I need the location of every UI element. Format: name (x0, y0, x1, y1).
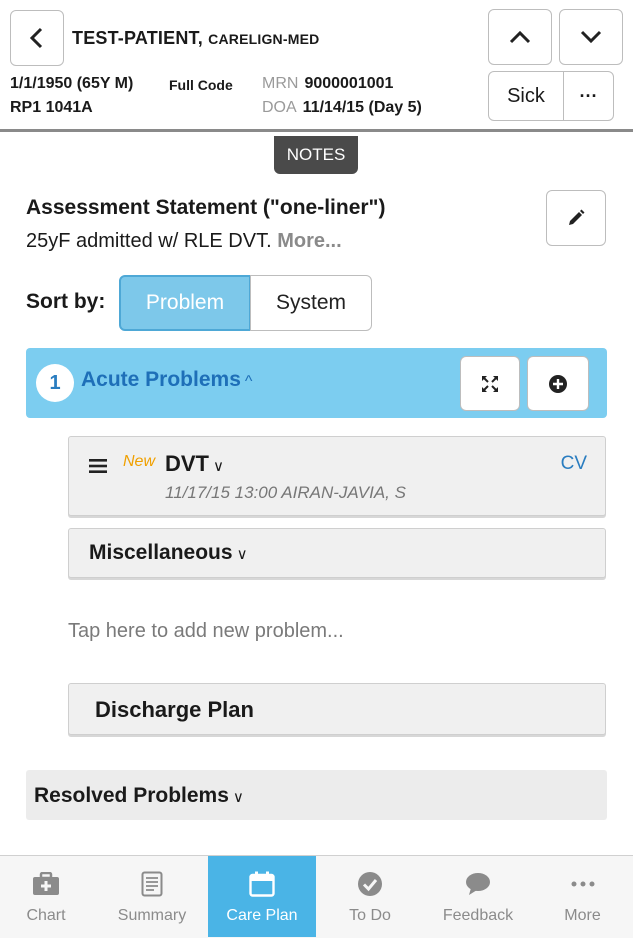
code-status: Full Code (169, 77, 233, 93)
assessment-more-link[interactable]: More... (277, 230, 341, 252)
add-problem-input[interactable]: Tap here to add new problem... (68, 620, 344, 643)
chevron-down-icon: ∨ (213, 458, 224, 475)
chevron-down-icon: ∨ (236, 546, 248, 563)
assessment-text: 25yF admitted w/ RLE DVT. (26, 230, 272, 252)
chevron-left-icon (29, 27, 43, 49)
header-more-button[interactable]: ··· (563, 71, 614, 121)
mrn-value: 9000001001 (304, 75, 394, 92)
new-badge: New (123, 453, 156, 470)
nav-label: Summary (117, 906, 187, 924)
miscellaneous-title: Miscellaneous ∨ (89, 541, 248, 565)
nav-more[interactable]: More (532, 856, 633, 937)
add-problem-button[interactable] (527, 356, 589, 411)
checkmark-circle-icon (357, 869, 383, 899)
chevron-up-icon (509, 30, 531, 44)
notes-tab[interactable]: NOTES (274, 136, 358, 174)
next-patient-button[interactable] (559, 9, 623, 65)
problem-card-dvt[interactable]: New DVT ∨ 11/17/15 13:00 AIRAN-JAVIA, S C… (68, 436, 606, 516)
expand-arrows-icon (482, 375, 498, 392)
acute-problems-header[interactable]: 1 Acute Problems ^ (26, 348, 607, 418)
nav-label: To Do (349, 906, 391, 924)
expand-button[interactable] (460, 356, 520, 411)
briefcase-icon (32, 869, 60, 899)
acute-problems-title[interactable]: Acute Problems ^ (81, 368, 252, 392)
nav-label: Feedback (442, 906, 514, 924)
acute-count-badge: 1 (36, 364, 74, 402)
doa-label: DOA (262, 99, 297, 116)
sort-system-button[interactable]: System (250, 275, 372, 331)
miscellaneous-card[interactable]: Miscellaneous ∨ (68, 528, 606, 578)
problem-system-link[interactable]: CV (561, 453, 587, 475)
speech-bubble-icon (465, 869, 491, 899)
edit-assessment-button[interactable] (546, 190, 606, 246)
assessment-title: Assessment Statement ("one-liner") (26, 196, 386, 219)
nav-label: Chart (26, 906, 66, 924)
previous-patient-button[interactable] (488, 9, 552, 65)
doa-value: 11/14/15 (Day 5) (302, 99, 422, 116)
nav-label: Care Plan (226, 906, 298, 924)
resolved-problems-header[interactable]: Resolved Problems ∨ (26, 770, 607, 820)
patient-room: RP1 1041A (10, 99, 93, 116)
drag-handle-icon[interactable] (89, 457, 107, 480)
mrn-label: MRN (262, 75, 299, 92)
miscellaneous-label: Miscellaneous (89, 541, 233, 564)
nav-label: More (564, 906, 601, 924)
resolved-problems-label: Resolved Problems (34, 784, 229, 807)
patient-name: TEST-PATIENT, CARELIGN-MED (72, 28, 319, 49)
plus-circle-icon (549, 374, 567, 393)
chevron-down-icon: ∨ (232, 789, 244, 806)
sick-button[interactable]: Sick (488, 71, 564, 121)
discharge-plan-card[interactable]: Discharge Plan (68, 683, 606, 735)
problem-name: DVT (165, 451, 209, 476)
discharge-plan-title: Discharge Plan (95, 697, 254, 722)
pencil-icon (569, 209, 585, 225)
nav-to-do[interactable]: To Do (316, 856, 424, 937)
problem-title[interactable]: DVT ∨ (165, 451, 224, 477)
patient-mrn: MRN 9000001001 (262, 75, 393, 93)
sort-problem-button[interactable]: Problem (119, 275, 251, 331)
patient-name-text: TEST-PATIENT, (72, 28, 203, 48)
ellipsis-icon (571, 869, 595, 899)
patient-org: CARELIGN-MED (208, 31, 320, 47)
resolved-problems-title: Resolved Problems ∨ (34, 784, 244, 808)
sort-label: Sort by: (26, 290, 106, 313)
document-icon (141, 869, 163, 899)
nav-summary[interactable]: Summary (96, 856, 208, 937)
nav-feedback[interactable]: Feedback (424, 856, 532, 937)
bottom-nav: Chart Summary Care Plan To Do Feedback M… (0, 855, 633, 938)
back-button[interactable] (10, 10, 64, 66)
patient-doa: DOA 11/14/15 (Day 5) (262, 99, 422, 117)
chevron-up-icon: ^ (244, 373, 253, 390)
patient-header: TEST-PATIENT, CARELIGN-MED 1/1/1950 (65Y… (0, 0, 633, 132)
assessment-statement: 25yF admitted w/ RLE DVT. More... (26, 230, 342, 253)
calendar-icon (249, 869, 275, 899)
acute-problems-label: Acute Problems (81, 368, 241, 391)
nav-chart[interactable]: Chart (0, 856, 92, 937)
patient-dob: 1/1/1950 (65Y M) (10, 75, 134, 92)
chevron-down-icon (580, 30, 602, 44)
nav-care-plan[interactable]: Care Plan (208, 856, 316, 937)
problem-meta: 11/17/15 13:00 AIRAN-JAVIA, S (165, 483, 406, 502)
